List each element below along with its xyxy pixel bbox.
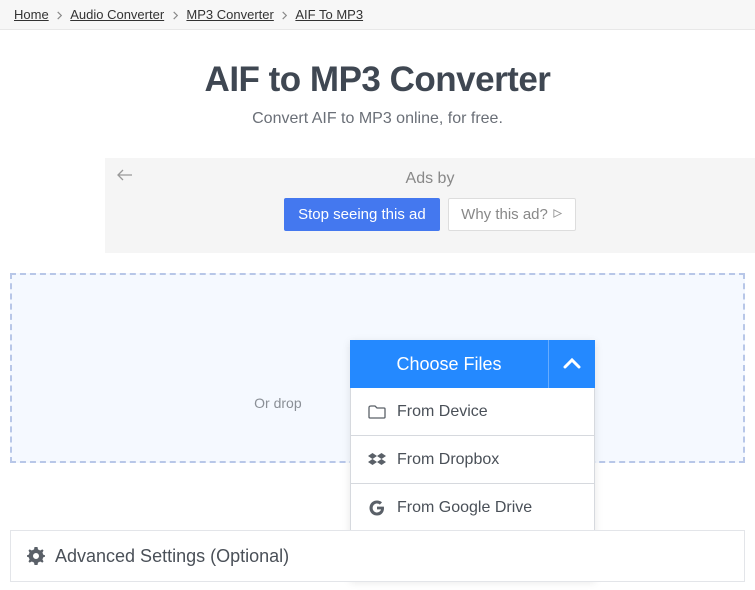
adchoices-icon xyxy=(552,206,563,223)
from-dropbox-label: From Dropbox xyxy=(397,451,499,469)
page-subtitle: Convert AIF to MP3 online, for free. xyxy=(0,110,755,128)
breadcrumb-audio-converter[interactable]: Audio Converter xyxy=(70,7,164,22)
breadcrumb-mp3-converter[interactable]: MP3 Converter xyxy=(186,7,273,22)
dropbox-icon xyxy=(365,452,389,468)
ads-by-label: Ads by xyxy=(105,170,755,188)
breadcrumb-home[interactable]: Home xyxy=(14,7,49,22)
choose-files-button[interactable]: Choose Files xyxy=(350,340,549,388)
chevron-right-icon xyxy=(172,7,179,22)
chevron-up-icon xyxy=(563,354,581,375)
gear-icon xyxy=(27,547,45,565)
page-title: AIF to MP3 Converter xyxy=(0,60,755,100)
why-this-ad-button[interactable]: Why this ad? xyxy=(448,198,576,231)
chooser-toggle-button[interactable] xyxy=(549,340,595,388)
advanced-settings-label: Advanced Settings (Optional) xyxy=(55,546,289,567)
google-icon xyxy=(365,500,389,516)
from-device-label: From Device xyxy=(397,403,488,421)
ad-block: Ads by Stop seeing this ad Why this ad? xyxy=(105,158,755,253)
from-dropbox-item[interactable]: From Dropbox xyxy=(350,436,595,484)
chevron-right-icon xyxy=(56,7,63,22)
stop-seeing-ad-button[interactable]: Stop seeing this ad xyxy=(284,198,440,231)
from-google-drive-label: From Google Drive xyxy=(397,499,532,517)
breadcrumb: Home Audio Converter MP3 Converter AIF T… xyxy=(0,0,755,30)
advanced-settings-toggle[interactable]: Advanced Settings (Optional) xyxy=(10,530,745,582)
breadcrumb-aif-to-mp3[interactable]: AIF To MP3 xyxy=(295,7,363,22)
arrow-left-icon[interactable] xyxy=(117,168,133,186)
from-google-drive-item[interactable]: From Google Drive xyxy=(350,484,595,532)
chevron-right-icon xyxy=(281,7,288,22)
folder-icon xyxy=(365,405,389,419)
from-device-item[interactable]: From Device xyxy=(350,388,595,436)
